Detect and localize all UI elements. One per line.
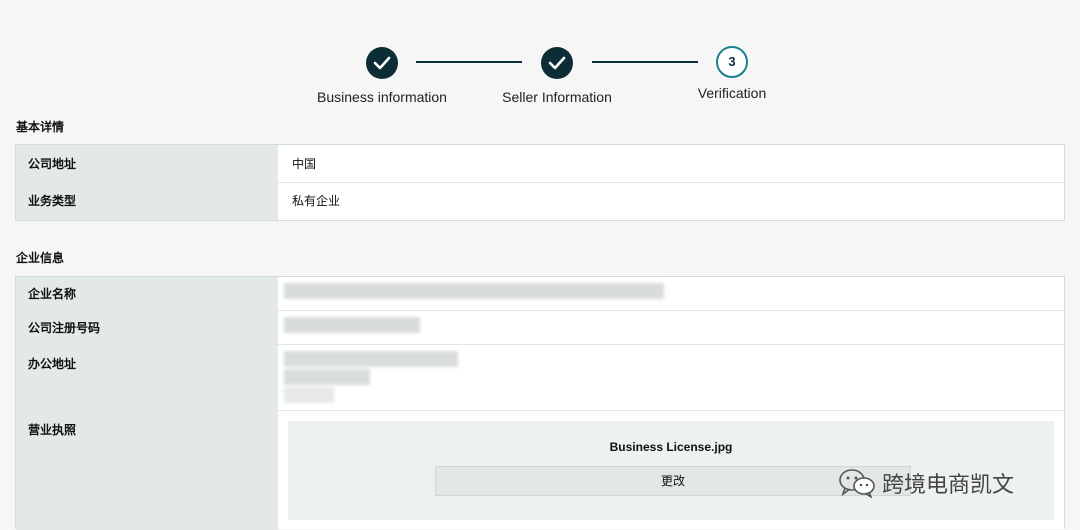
wechat-icon: [839, 469, 875, 498]
registration-number-label: 公司注册号码: [16, 311, 278, 344]
business-type-value: 私有企业: [292, 194, 341, 208]
step-2-complete-check-icon: [541, 47, 573, 79]
company-info-heading: 企业信息: [16, 251, 65, 265]
table-row: 业务类型 私有企业: [16, 183, 1064, 220]
progress-stepper: 3 Business information Seller Informatio…: [0, 0, 1080, 110]
company-name-value-redacted: [278, 277, 1064, 310]
company-address-label: 公司地址: [16, 145, 278, 182]
step-3-number-badge: 3: [716, 46, 748, 78]
company-address-value: 中国: [292, 157, 317, 171]
watermark: 跨境电商凯文: [838, 466, 1014, 500]
step-2-label: Seller Information: [502, 89, 612, 105]
business-license-label: 营业执照: [16, 411, 278, 530]
basic-details-table: 公司地址 中国 业务类型 私有企业: [15, 144, 1065, 221]
step-connector-2: [592, 61, 698, 63]
table-row: 公司地址 中国: [16, 145, 1064, 183]
watermark-text: 跨境电商凯文: [882, 473, 1015, 498]
basic-details-heading: 基本详情: [16, 120, 65, 134]
business-type-label: 业务类型: [16, 183, 278, 220]
registration-number-value-redacted: [278, 311, 1064, 344]
license-filename: Business License.jpg: [609, 440, 733, 454]
step-3-label: Verification: [697, 85, 767, 101]
table-row: 企业名称: [16, 277, 1064, 311]
office-address-value-redacted: [278, 345, 1064, 410]
company-name-label: 企业名称: [16, 277, 278, 310]
table-row: 公司注册号码: [16, 311, 1064, 345]
step-connector-1: [416, 61, 522, 63]
table-row: 办公地址: [16, 345, 1064, 411]
step-1-label: Business information: [317, 89, 447, 105]
step-1-complete-check-icon: [366, 47, 398, 79]
office-address-label: 办公地址: [16, 345, 278, 410]
